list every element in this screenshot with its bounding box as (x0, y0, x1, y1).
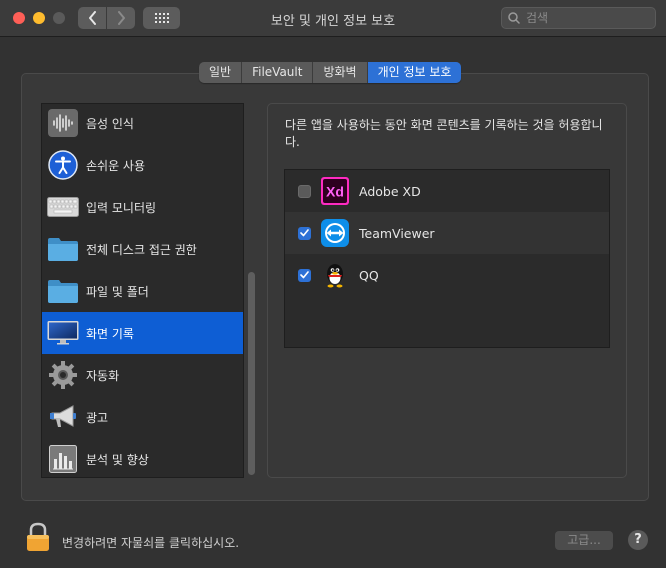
adobe-xd-icon: Xd (321, 177, 349, 205)
app-name: QQ (359, 267, 379, 283)
app-row-teamviewer[interactable]: TeamViewer (285, 212, 609, 254)
folder-icon (47, 275, 79, 307)
display-icon (47, 317, 79, 349)
sidebar-item-label: 전체 디스크 접근 권한 (86, 242, 197, 257)
tab-general[interactable]: 일반 (199, 62, 243, 83)
help-button[interactable]: ? (628, 530, 648, 550)
app-checkbox[interactable] (298, 184, 311, 198)
app-row-qq[interactable]: QQ (285, 254, 609, 296)
sidebar-item-label: 손쉬운 사용 (86, 158, 146, 173)
app-list: Xd Adobe XD TeamViewer QQ (284, 169, 610, 348)
title-bar: 보안 및 개인 정보 보호 (0, 0, 666, 37)
tab-bar: 일반 FileVault 방화벽 개인 정보 보호 (199, 62, 462, 83)
tab-privacy[interactable]: 개인 정보 보호 (367, 62, 462, 83)
sidebar-item-speech-recognition[interactable]: 음성 인식 (42, 104, 243, 144)
lock-icon[interactable] (26, 522, 50, 552)
privacy-category-list: 음성 인식 손쉬운 사용 입력 모니터링 전체 디스크 접근 권한 파일 및 폴… (41, 103, 244, 478)
app-row-adobe-xd[interactable]: Xd Adobe XD (285, 170, 609, 212)
checkmark-icon (300, 229, 309, 237)
app-checkbox[interactable] (298, 226, 311, 240)
sidebar-scroll-thumb[interactable] (248, 272, 255, 475)
app-checkbox[interactable] (298, 268, 311, 282)
sidebar-item-label: 파일 및 폴더 (86, 284, 149, 299)
sidebar-item-label: 분석 및 향상 (86, 452, 149, 467)
sidebar-item-full-disk-access[interactable]: 전체 디스크 접근 권한 (42, 228, 243, 270)
sidebar-item-label: 화면 기록 (86, 326, 134, 341)
gear-icon (47, 359, 79, 391)
search-field[interactable] (501, 7, 656, 29)
sidebar-item-input-monitoring[interactable]: 입력 모니터링 (42, 186, 243, 228)
accessibility-icon (47, 149, 79, 181)
checkmark-icon (300, 271, 309, 279)
keyboard-icon (47, 191, 79, 223)
speech-recognition-icon (47, 107, 79, 139)
svg-text:Xd: Xd (326, 184, 344, 200)
sidebar-item-label: 음성 인식 (86, 116, 134, 131)
sidebar-item-label: 광고 (86, 410, 109, 425)
sidebar-item-label: 입력 모니터링 (86, 200, 157, 215)
sidebar-item-files-and-folders[interactable]: 파일 및 폴더 (42, 270, 243, 312)
sidebar-item-advertising[interactable]: 광고 (42, 396, 243, 438)
sidebar-item-automation[interactable]: 자동화 (42, 354, 243, 396)
lock-hint-text: 변경하려면 자물쇠를 클릭하십시오. (62, 536, 240, 550)
tab-filevault[interactable]: FileVault (242, 62, 314, 83)
app-name: Adobe XD (359, 183, 421, 199)
sidebar-item-screen-recording[interactable]: 화면 기록 (42, 312, 243, 354)
app-name: TeamViewer (359, 225, 435, 241)
megaphone-icon (47, 401, 79, 433)
teamviewer-icon (321, 219, 349, 247)
search-input[interactable] (524, 10, 648, 26)
advanced-button[interactable]: 고급... (555, 531, 613, 550)
folder-icon (47, 233, 79, 265)
sidebar-item-label: 자동화 (86, 368, 120, 383)
search-icon (508, 12, 520, 24)
permission-description: 다른 앱을 사용하는 동안 화면 콘텐츠를 기록하는 것을 허용합니다. (285, 118, 603, 149)
qq-icon (321, 261, 349, 289)
sidebar-item-accessibility[interactable]: 손쉬운 사용 (42, 144, 243, 186)
sidebar-item-analytics[interactable]: 분석 및 향상 (42, 438, 243, 477)
analytics-icon (47, 443, 79, 475)
tab-firewall[interactable]: 방화벽 (313, 62, 368, 83)
